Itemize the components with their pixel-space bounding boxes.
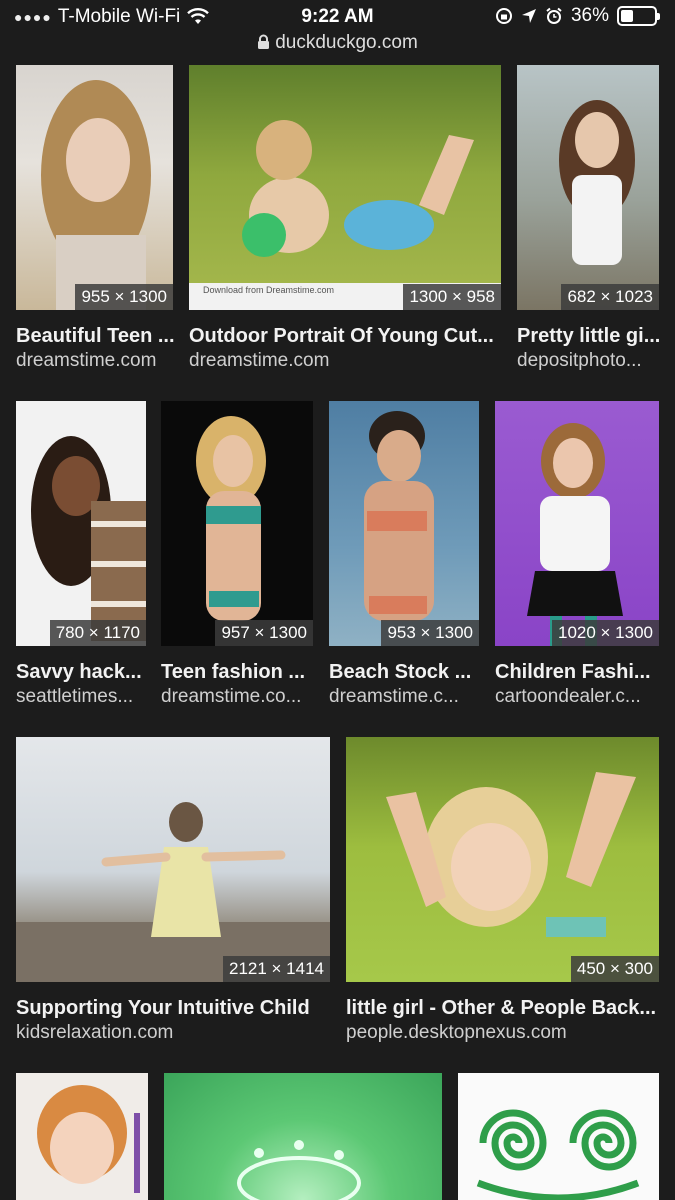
result-title[interactable]: Savvy hack... [16, 661, 151, 684]
result-source[interactable]: depositphoto... [517, 350, 662, 372]
result-thumbnail[interactable]: 682 × 1023 [517, 65, 659, 310]
result-source[interactable]: dreamstime.co... [161, 686, 316, 708]
result-source[interactable]: seattletimes... [16, 686, 151, 708]
location-icon [521, 9, 536, 23]
dimensions-badge: 780 × 1170 [49, 620, 146, 646]
portrait-image [364, 411, 434, 621]
dimensions-badge: 1300 × 958 [403, 284, 501, 310]
result-thumbnail[interactable]: 955 × 1300 [16, 65, 173, 310]
lock-icon [258, 34, 270, 49]
result-source[interactable]: dreamstime.com [189, 350, 494, 372]
spiral-eyes-image [476, 1109, 640, 1200]
result-source[interactable]: people.desktopnexus.com [346, 1022, 659, 1044]
portrait-image [196, 416, 266, 621]
result-source[interactable]: cartoondealer.c... [495, 686, 660, 708]
dimensions-badge: 1020 × 1300 [551, 620, 659, 646]
result-title[interactable]: Beautiful Teen ... [16, 325, 176, 348]
result-thumbnail[interactable]: 1020 × 1300 [495, 401, 659, 646]
result-source[interactable]: kidsrelaxation.com [16, 1022, 330, 1044]
battery-level [621, 10, 633, 22]
result-thumbnail[interactable]: 957 × 1300 [161, 401, 313, 646]
battery-percent: 36% [570, 5, 609, 26]
portrait-image [31, 436, 146, 641]
status-bar: ●●●● T-Mobile Wi-Fi 9:22 AM 36% [0, 0, 675, 34]
meditation-image [16, 802, 330, 982]
outdoor-image [189, 120, 501, 310]
result-thumbnail[interactable]: Download from Dreamstime.com 1300 × 958 [189, 65, 501, 310]
portrait-image [559, 100, 635, 265]
result-title[interactable]: Children Fashi... [495, 661, 660, 684]
orientation-lock-icon [495, 8, 512, 24]
result-source[interactable]: dreamstime.c... [329, 686, 479, 708]
alarm-icon [546, 7, 562, 24]
dimensions-badge: 2121 × 1414 [222, 956, 330, 982]
portrait-image [41, 80, 151, 310]
result-title[interactable]: Beach Stock ... [329, 661, 479, 684]
result-thumbnail[interactable]: 2121 × 1414 [16, 737, 330, 982]
result-thumbnail[interactable]: 780 × 1170 [16, 401, 146, 646]
address-bar[interactable]: duckduckgo.com [0, 32, 675, 54]
result-title[interactable]: Outdoor Portrait Of Young Cut... [189, 325, 494, 348]
result-title[interactable]: Pretty little gi... [517, 325, 662, 348]
dimensions-badge: 957 × 1300 [215, 620, 313, 646]
url-domain: duckduckgo.com [275, 32, 418, 53]
portrait-image [527, 423, 623, 646]
result-thumbnail[interactable]: 953 × 1300 [329, 401, 479, 646]
battery-icon [617, 6, 660, 26]
dimensions-badge: 955 × 1300 [75, 284, 173, 310]
result-source[interactable]: dreamstime.com [16, 350, 176, 372]
result-title[interactable]: Supporting Your Intuitive Child [16, 997, 330, 1020]
outdoor-image [386, 772, 636, 937]
portrait-image [37, 1085, 140, 1193]
dimensions-badge: 450 × 300 [570, 956, 659, 982]
watermark-text: Download from Dreamstime.com [203, 285, 335, 295]
result-title[interactable]: Teen fashion ... [161, 661, 316, 684]
water-drop-image [237, 1140, 361, 1200]
result-thumbnail[interactable] [16, 1073, 148, 1200]
result-title[interactable]: little girl - Other & People Back... [346, 997, 659, 1020]
dimensions-badge: 953 × 1300 [381, 620, 479, 646]
dimensions-badge: 682 × 1023 [561, 284, 659, 310]
result-thumbnail[interactable]: 450 × 300 [346, 737, 659, 982]
result-thumbnail[interactable] [164, 1073, 442, 1200]
result-thumbnail[interactable] [458, 1073, 659, 1200]
